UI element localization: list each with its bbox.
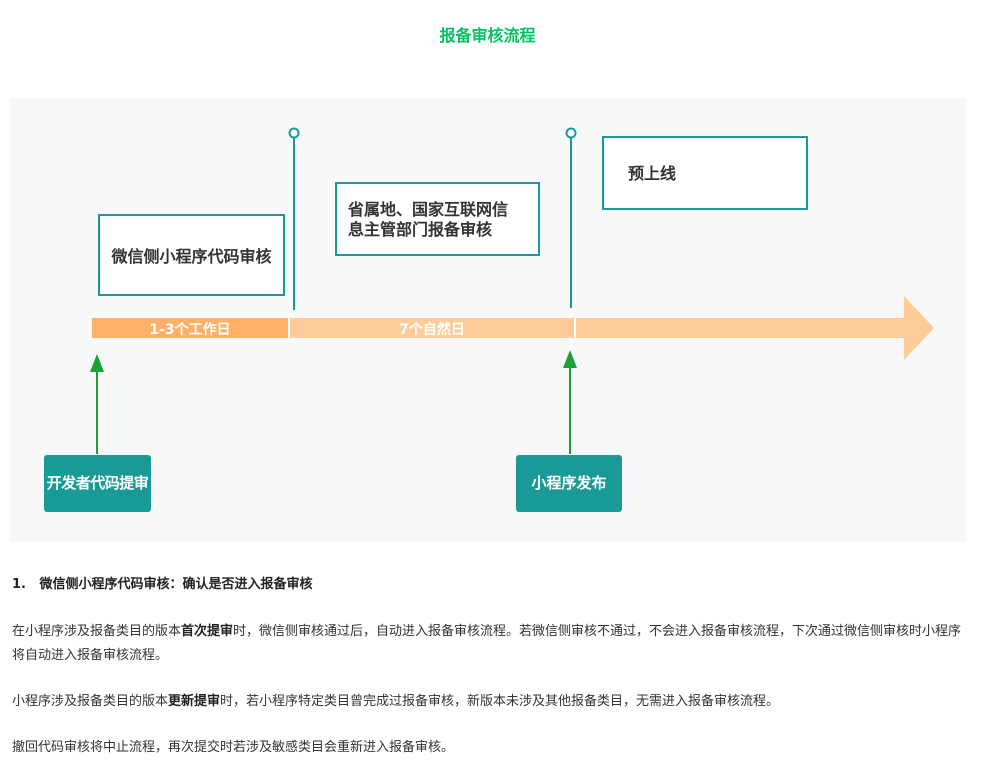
tag-developer-submit: 开发者代码提审: [44, 455, 151, 512]
box-wechat-review: 微信侧小程序代码审核: [98, 214, 285, 296]
arrow-dev-head: [90, 354, 104, 372]
paragraph-first-submit-strong: 首次提审: [181, 624, 234, 639]
paragraph-update-submit: 小程序涉及报备类目的版本更新提审时，若小程序特定类目曾完成过报备审核，新版本未涉…: [12, 690, 967, 714]
box-gov-review-line-1: 省属地、国家互联网信: [348, 200, 509, 219]
timeline-arrow-head: [904, 296, 934, 360]
milestone-pin-head-2: [565, 127, 577, 139]
page-title: 报备审核流程: [439, 26, 536, 45]
paragraph-withdraw: 撤回代码审核将中止流程，再次提交时若涉及敏感类目会重新进入报备审核。: [12, 740, 455, 755]
timeline-segment-prelaunch: [576, 318, 906, 338]
segment-label-gov: 7个自然日: [399, 322, 465, 338]
paragraph-update-submit-a: 小程序涉及报备类目的版本: [12, 694, 169, 709]
milestone-pin-head-1: [288, 127, 300, 139]
segment-label-wechat: 1-3个工作日: [149, 322, 231, 338]
box-gov-review: 省属地、国家互联网信 息主管部门报备审核: [335, 182, 540, 256]
paragraph-first-submit: 在小程序涉及报备类目的版本首次提审时，微信侧审核通过后，自动进入报备审核流程。若…: [12, 620, 967, 668]
box-gov-review-line-2: 息主管部门报备审核: [348, 220, 493, 239]
box-wechat-review-label: 微信侧小程序代码审核: [111, 247, 272, 266]
arrow-release-head: [563, 350, 577, 368]
paragraph-update-submit-c: 时，若小程序特定类目曾完成过报备审核，新版本未涉及其他报备类目，无需进入报备审核…: [220, 694, 780, 709]
paragraph-first-submit-a: 在小程序涉及报备类目的版本: [12, 624, 182, 639]
tag-miniprogram-release: 小程序发布: [516, 455, 622, 512]
box-prelaunch-label: 预上线: [628, 164, 677, 183]
section-heading: 1. 微信侧小程序代码审核：确认是否进入报备审核: [12, 577, 313, 592]
paragraph-update-submit-strong: 更新提审: [168, 694, 221, 709]
timeline-separator-2: [574, 318, 576, 338]
flow-diagram: 微信侧小程序代码审核 省属地、国家互联网信 息主管部门报备审核 预上线 1-3个…: [10, 98, 966, 542]
box-prelaunch: 预上线: [602, 136, 808, 210]
